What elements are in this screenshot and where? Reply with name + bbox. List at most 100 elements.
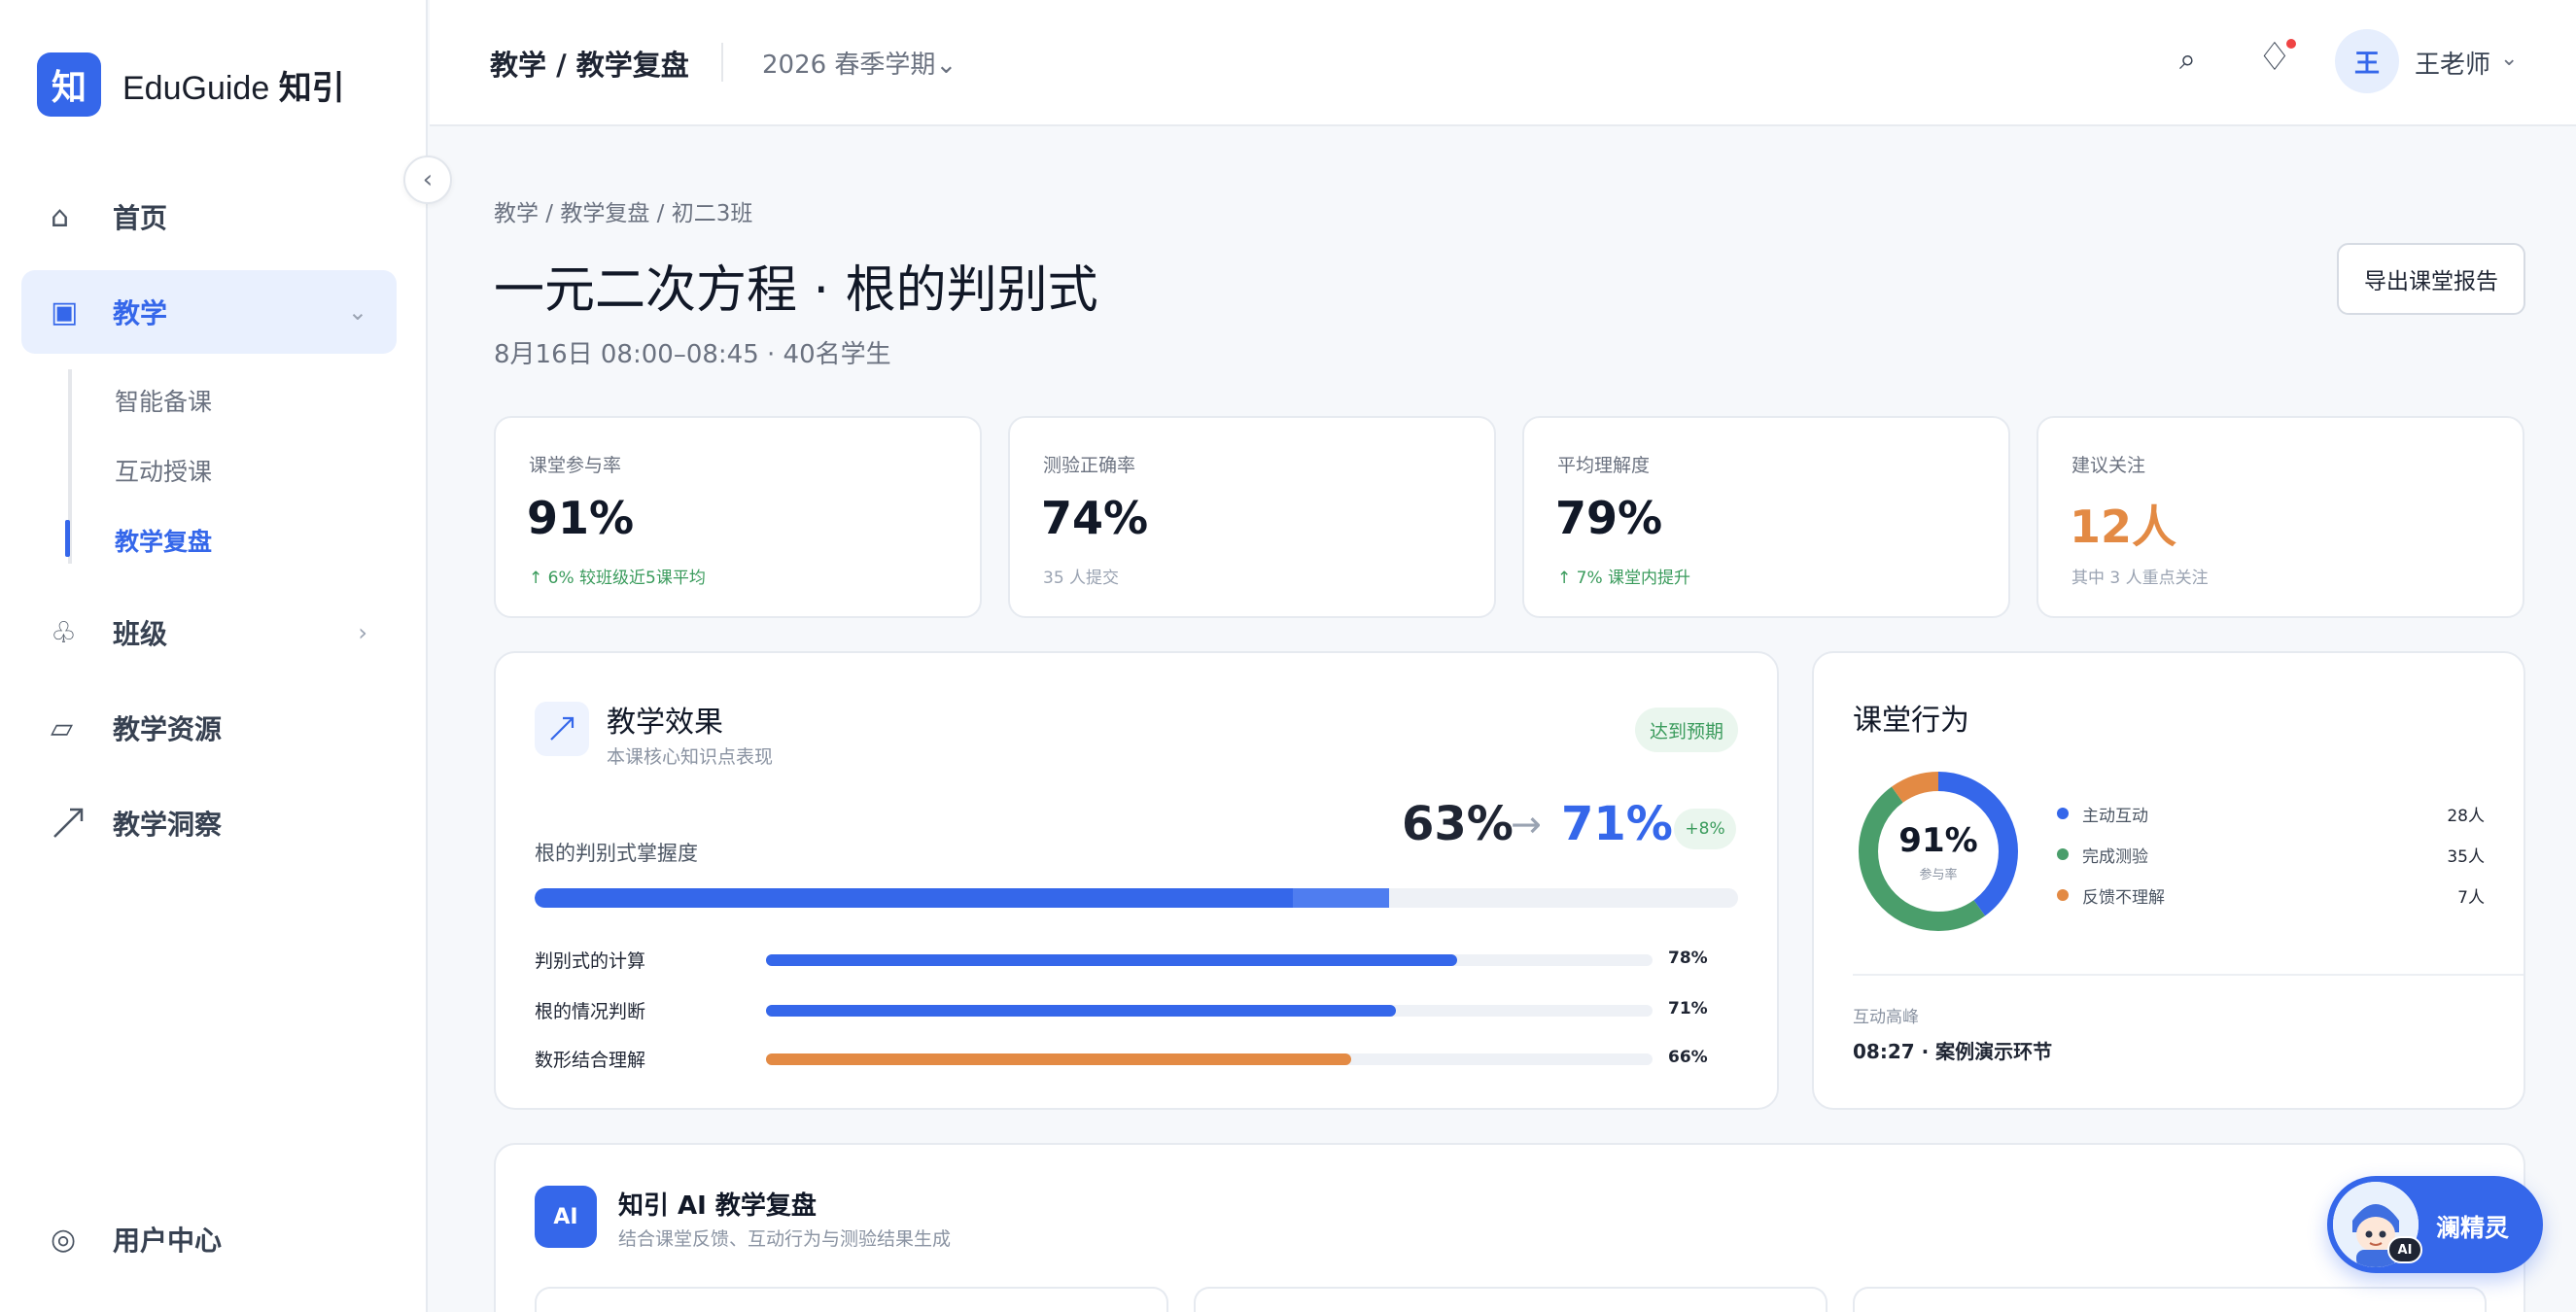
home-icon: ⌂: [51, 199, 70, 234]
breadcrumb: 教学 / 教学复盘 / 初二3班: [494, 201, 753, 226]
knowledge-label: 数形结合理解: [535, 1050, 646, 1071]
sidebar-item-label: 用户中心: [113, 1225, 223, 1257]
subnav-active-indicator: [65, 520, 70, 557]
ai-review-subcard: [535, 1287, 1168, 1312]
assistant-ai-tag: AI: [2387, 1236, 2422, 1263]
sidebar-item-user-center[interactable]: ◎ 用户中心: [21, 1197, 397, 1281]
stat-value: 79%: [1555, 492, 1663, 544]
legend-dot: [2057, 848, 2069, 860]
knowledge-value: 78%: [1668, 949, 1708, 968]
legend-label: 反馈不理解: [2082, 887, 2165, 908]
export-report-button[interactable]: 导出课堂报告: [2337, 243, 2525, 315]
ai-assistant-button[interactable]: AI 澜精灵: [2327, 1176, 2543, 1273]
knowledge-track: [766, 954, 1653, 966]
ai-review-title: 知引 AI 教学复盘: [618, 1191, 817, 1221]
sidebar-item-label: 教学资源: [113, 713, 223, 745]
teaching-effect-card: 教学效果 本课核心知识点表现 达到预期 根的判别式掌握度 63% → 71% +…: [494, 651, 1779, 1110]
arrow-right-icon: →: [1511, 803, 1542, 846]
subnav-item-lesson-prep[interactable]: 智能备课: [115, 383, 212, 418]
sidebar-item-teaching[interactable]: ▣ 教学 ⌄: [21, 270, 397, 354]
stat-value: 12人: [2070, 501, 2177, 553]
chevron-down-icon[interactable]: ⌄: [2500, 47, 2518, 71]
effect-title: 教学效果: [607, 706, 723, 740]
ai-review-subcard: [1853, 1287, 2487, 1312]
knowledge-progress-fill: [766, 954, 1458, 966]
sidebar-item-label: 教学洞察: [113, 809, 223, 841]
stat-value: 91%: [527, 492, 635, 544]
legend-item: 完成测验 35人: [2057, 840, 2485, 869]
stat-note: ↑ 7% 课堂内提升: [1557, 569, 1691, 588]
ai-review-subcard: [1194, 1287, 1828, 1312]
insight-icon: [51, 806, 89, 841]
peak-value: 08:27 · 案例演示环节: [1853, 1040, 2053, 1063]
sidebar-item-label: 班级: [113, 618, 168, 650]
page-title: 一元二次方程 · 根的判别式: [494, 261, 1098, 320]
sidebar-item-home[interactable]: ⌂ 首页: [21, 175, 397, 259]
teaching-icon: ▣: [51, 294, 79, 329]
class-icon: ♧: [51, 615, 77, 650]
legend-item: 反馈不理解 7人: [2057, 880, 2485, 910]
behavior-title: 课堂行为: [1853, 704, 1969, 738]
knowledge-value: 66%: [1668, 1048, 1708, 1067]
mastery-progress-track: [535, 888, 1738, 908]
donut-label: 参与率: [1919, 867, 1958, 882]
legend-dot: [2057, 889, 2069, 901]
stat-label: 平均理解度: [1557, 455, 1651, 476]
stat-label: 建议关注: [2071, 455, 2146, 476]
sidebar-item-resources[interactable]: ▱ 教学资源: [21, 686, 397, 770]
mastery-progress-before: [535, 888, 1293, 908]
sidebar-item-label: 教学: [113, 297, 168, 329]
legend-item: 主动互动 28人: [2057, 799, 2485, 828]
ai-review-card: AI 知引 AI 教学复盘 结合课堂反馈、互动行为与测验结果生成: [494, 1143, 2525, 1312]
search-icon[interactable]: ⌕: [2179, 43, 2196, 77]
sidebar-item-insight[interactable]: 教学洞察: [21, 781, 397, 865]
knowledge-label: 根的情况判断: [535, 1001, 646, 1022]
stat-label: 课堂参与率: [529, 455, 622, 476]
assistant-name: 澜精灵: [2436, 1214, 2510, 1242]
resource-icon: ▱: [51, 710, 74, 745]
peak-label: 互动高峰: [1853, 1008, 1919, 1027]
app-logo[interactable]: 知 EduGuide 知引: [37, 52, 345, 117]
notification-dot: [2286, 39, 2296, 49]
sidebar-item-class[interactable]: ♧ 班级 ›: [21, 591, 397, 674]
subnav-item-interactive-class[interactable]: 互动授课: [115, 453, 212, 488]
app-name-cn: 知引: [278, 68, 345, 108]
knowledge-progress-fill: [766, 1053, 1351, 1065]
knowledge-value: 71%: [1668, 999, 1708, 1019]
subnav-item-teaching-review[interactable]: 教学复盘: [115, 523, 212, 558]
ai-review-subtitle: 结合课堂反馈、互动行为与测验结果生成: [618, 1228, 952, 1250]
mastery-before: 63%: [1402, 797, 1514, 851]
stat-value: 74%: [1041, 492, 1149, 544]
sidebar-item-label: 首页: [113, 202, 168, 234]
mastery-progress-gain: [1292, 888, 1389, 908]
user-name[interactable]: 王老师: [2415, 45, 2490, 81]
legend-value: 28人: [2447, 806, 2485, 826]
ai-badge-icon: AI: [535, 1186, 597, 1248]
knowledge-track: [766, 1053, 1653, 1065]
semester-select[interactable]: 2026 春季学期⌄: [762, 45, 957, 81]
chevron-down-icon: ⌄: [935, 51, 957, 80]
classroom-behavior-card: 课堂行为 91% 参与率 主动互动 28人 完成测验 35人 反馈不理解 7人 …: [1812, 651, 2525, 1110]
legend-label: 完成测验: [2082, 846, 2148, 867]
donut-center: 91% 参与率: [1851, 764, 2026, 939]
knowledge-track: [766, 1005, 1653, 1017]
effect-subtitle: 本课核心知识点表现: [607, 746, 774, 768]
stat-note: 其中 3 人重点关注: [2071, 569, 2209, 588]
stat-card-participation: 课堂参与率 91% ↑ 6% 较班级近5课平均: [494, 416, 982, 618]
legend-value: 7人: [2457, 887, 2485, 908]
app-name: EduGuide 知引: [122, 61, 345, 109]
mastery-after: 71%: [1561, 797, 1673, 851]
mastery-label: 根的判别式掌握度: [535, 842, 698, 865]
topbar-divider: [721, 43, 723, 82]
legend-value: 35人: [2447, 846, 2485, 867]
donut-value: 91%: [1898, 820, 1978, 860]
stat-card-quiz-accuracy: 测验正确率 74% 35 人提交: [1008, 416, 1496, 618]
stat-card-attention: 建议关注 12人 其中 3 人重点关注: [2036, 416, 2524, 618]
chevron-right-icon: ›: [358, 619, 367, 646]
chevron-down-icon: ⌄: [347, 298, 367, 326]
legend-dot: [2057, 808, 2069, 819]
sidebar-collapse-button[interactable]: ‹: [403, 155, 452, 204]
avatar[interactable]: 王: [2335, 29, 2399, 93]
stat-label: 测验正确率: [1043, 455, 1136, 476]
semester-value: 2026 春季学期: [762, 51, 936, 80]
